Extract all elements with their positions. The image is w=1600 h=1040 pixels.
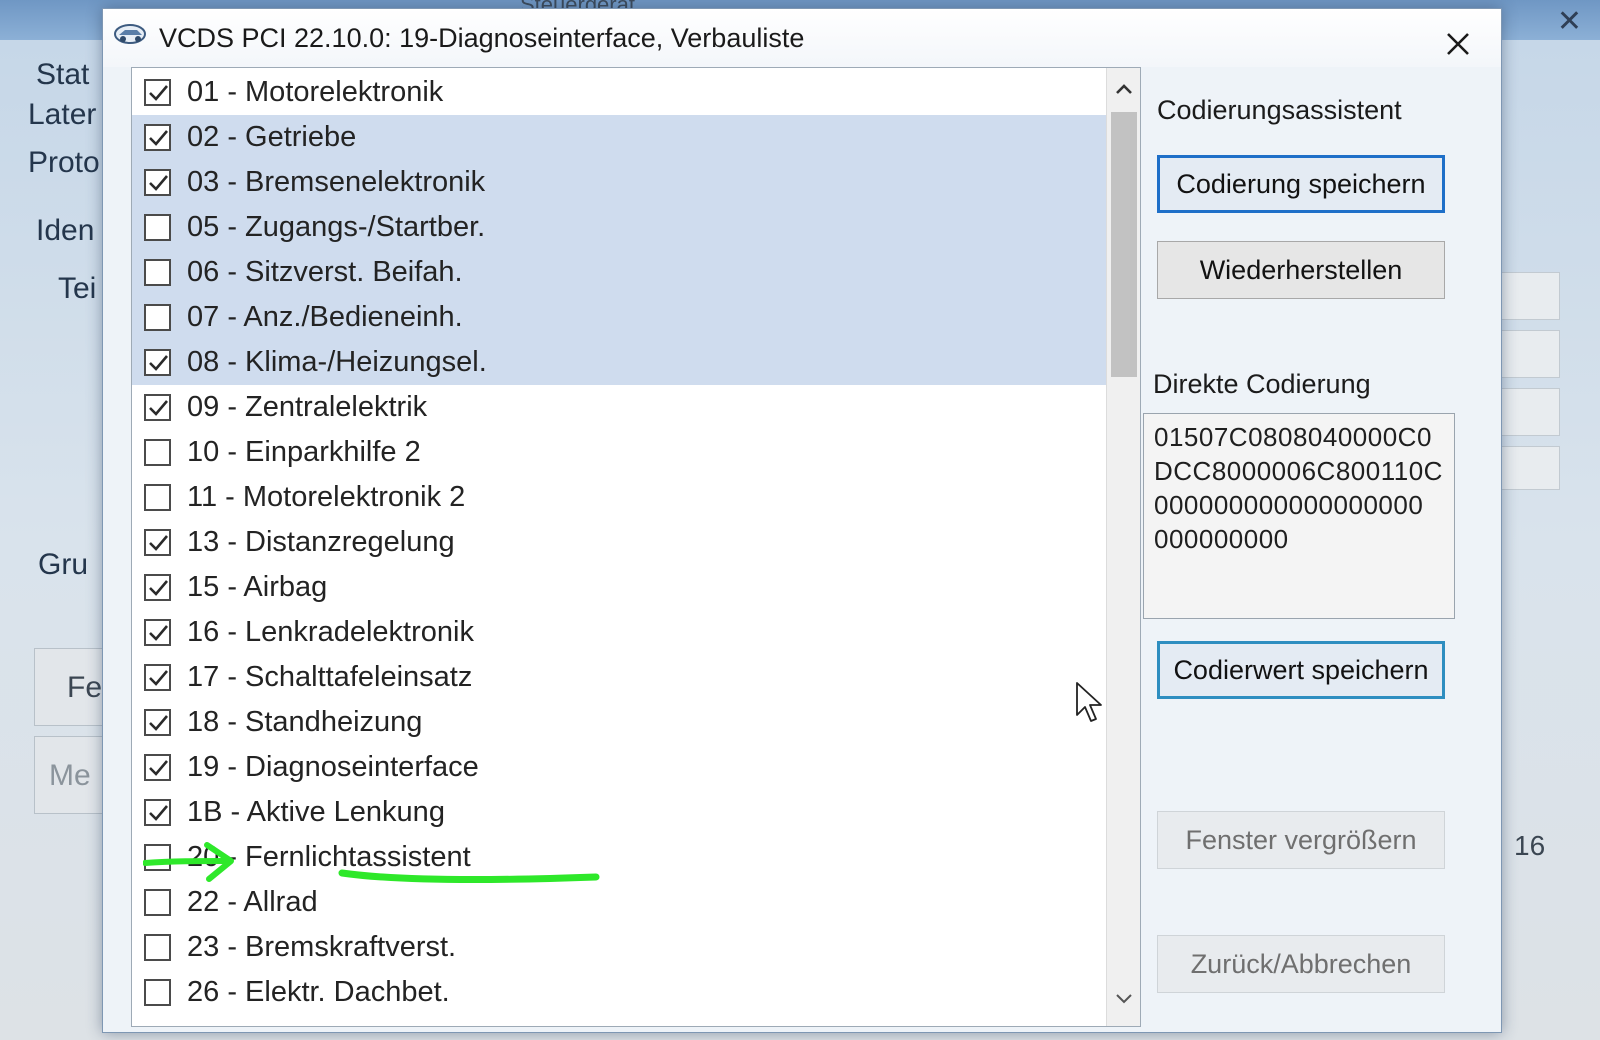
background-label-group: Gru bbox=[38, 548, 89, 581]
list-item-label: 02 - Getriebe bbox=[187, 121, 357, 153]
checkbox-checked[interactable] bbox=[144, 574, 171, 601]
coding-assistant-heading: Codierungsassistent bbox=[1157, 95, 1402, 125]
list-item[interactable]: 01 - Motorelektronik bbox=[132, 70, 1112, 115]
list-item-label: 06 - Sitzverst. Beifah. bbox=[187, 256, 463, 288]
list-item[interactable]: 18 - Standheizung bbox=[132, 700, 1112, 745]
module-list[interactable]: 26 - Elektr. Dachbet. 23 - Bremskraftvers… bbox=[131, 67, 1141, 1027]
checkbox-unchecked[interactable] bbox=[144, 889, 171, 916]
list-item-label: 08 - Klima-/Heizungsel. bbox=[187, 346, 487, 378]
dialog-title: VCDS PCI 22.10.0: 19-Diagnoseinterface, … bbox=[159, 23, 805, 53]
back-cancel-button[interactable]: Zurück/Abbrechen bbox=[1157, 935, 1445, 993]
checkbox-checked[interactable] bbox=[144, 754, 171, 781]
list-item-label: 18 - Standheizung bbox=[187, 706, 423, 738]
list-item-label: 1B - Aktive Lenkung bbox=[187, 796, 445, 828]
list-item[interactable]: 07 - Anz./Bedieneinh. bbox=[132, 295, 1112, 340]
list-item-label: 15 - Airbag bbox=[187, 571, 328, 603]
save-coding-value-button[interactable]: Codierwert speichern bbox=[1157, 641, 1445, 699]
list-item[interactable]: 15 - Airbag bbox=[132, 565, 1112, 610]
mouse-cursor-icon bbox=[1076, 682, 1102, 722]
list-item[interactable]: 16 - Lenkradelektronik bbox=[132, 610, 1112, 655]
list-item[interactable]: 05 - Zugangs-/Startber. bbox=[132, 205, 1112, 250]
background-field bbox=[1500, 330, 1560, 378]
background-label-identification: Iden bbox=[36, 214, 95, 247]
list-item-label: 10 - Einparkhilfe 2 bbox=[187, 436, 421, 468]
list-item-label: 13 - Distanzregelung bbox=[187, 526, 455, 558]
list-item[interactable]: 13 - Distanzregelung bbox=[132, 520, 1112, 565]
checkbox-checked[interactable] bbox=[144, 169, 171, 196]
list-item[interactable]: 11 - Motorelektronik 2 bbox=[132, 475, 1112, 520]
list-item-label: 19 - Diagnoseinterface bbox=[187, 751, 479, 783]
list-item[interactable]: 20 - Fernlichtassistent bbox=[132, 835, 1112, 880]
background-field bbox=[1500, 388, 1560, 436]
list-item[interactable]: 23 - Bremskraftverst. bbox=[132, 925, 1112, 970]
checkbox-checked[interactable] bbox=[144, 664, 171, 691]
checkbox-checked[interactable] bbox=[144, 79, 171, 106]
list-item-label: 09 - Zentralelektrik bbox=[187, 391, 428, 423]
list-scrollbar[interactable] bbox=[1106, 68, 1140, 1026]
background-label-part: Tei bbox=[58, 272, 97, 305]
checkbox-unchecked[interactable] bbox=[144, 979, 171, 1006]
checkbox-checked[interactable] bbox=[144, 529, 171, 556]
green-underline-annotation bbox=[338, 869, 600, 884]
dialog-titlebar: VCDS PCI 22.10.0: 19-Diagnoseinterface, … bbox=[103, 9, 1501, 67]
list-item[interactable]: 06 - Sitzverst. Beifah. bbox=[132, 250, 1112, 295]
list-item[interactable]: 26 - Elektr. Dachbet. bbox=[132, 970, 1112, 1015]
list-item-label: 07 - Anz./Bedieneinh. bbox=[187, 301, 463, 333]
checkbox-unchecked[interactable] bbox=[144, 934, 171, 961]
list-item[interactable]: 03 - Bremsenelektronik bbox=[132, 160, 1112, 205]
background-field bbox=[1500, 446, 1560, 490]
list-item-label: 17 - Schalttafeleinsatz bbox=[187, 661, 473, 693]
list-item-label: 26 - Elektr. Dachbet. bbox=[187, 976, 450, 1008]
checkbox-unchecked[interactable] bbox=[144, 304, 171, 331]
save-coding-button[interactable]: Codierung speichern bbox=[1157, 155, 1445, 213]
direct-coding-heading: Direkte Codierung bbox=[1153, 369, 1371, 399]
list-item-label: 22 - Allrad bbox=[187, 886, 318, 918]
scroll-up-arrow-icon[interactable] bbox=[1107, 72, 1140, 106]
background-label-protocol: Proto bbox=[28, 146, 100, 179]
list-item[interactable]: 02 - Getriebe bbox=[132, 115, 1112, 160]
restore-button[interactable]: Wiederherstellen bbox=[1157, 241, 1445, 299]
close-icon[interactable] bbox=[1443, 29, 1473, 59]
checkbox-unchecked[interactable] bbox=[144, 214, 171, 241]
list-item[interactable]: 22 - Allrad bbox=[132, 880, 1112, 925]
checkbox-unchecked[interactable] bbox=[144, 439, 171, 466]
list-item-label: 16 - Lenkradelektronik bbox=[187, 616, 474, 648]
background-value: 16 bbox=[1514, 830, 1546, 861]
green-arrow-annotation bbox=[143, 842, 234, 882]
checkbox-checked[interactable] bbox=[144, 619, 171, 646]
list-item-label: 11 - Motorelektronik 2 bbox=[187, 481, 466, 513]
list-item[interactable]: 17 - Schalttafeleinsatz bbox=[132, 655, 1112, 700]
checkbox-checked[interactable] bbox=[144, 799, 171, 826]
background-field bbox=[1500, 272, 1560, 320]
list-item[interactable]: 10 - Einparkhilfe 2 bbox=[132, 430, 1112, 475]
checkbox-checked[interactable] bbox=[144, 394, 171, 421]
checkbox-checked[interactable] bbox=[144, 124, 171, 151]
background-close-icon[interactable]: ✕ bbox=[1557, 4, 1582, 39]
checkbox-unchecked[interactable] bbox=[144, 259, 171, 286]
list-item[interactable]: 08 - Klima-/Heizungsel. bbox=[132, 340, 1112, 385]
scroll-down-arrow-icon[interactable] bbox=[1107, 982, 1140, 1016]
checkbox-unchecked[interactable] bbox=[144, 484, 171, 511]
list-item-label: 01 - Motorelektronik bbox=[187, 76, 444, 108]
checkbox-checked[interactable] bbox=[144, 349, 171, 376]
background-label-later: Later bbox=[28, 98, 97, 131]
background-label-status: Stat bbox=[36, 58, 90, 91]
car-key-icon bbox=[114, 24, 146, 44]
enlarge-window-button[interactable]: Fenster vergrößern bbox=[1157, 811, 1445, 869]
installation-list-dialog: VCDS PCI 22.10.0: 19-Diagnoseinterface, … bbox=[102, 8, 1502, 1033]
list-item[interactable]: 19 - Diagnoseinterface bbox=[132, 745, 1112, 790]
direct-coding-field[interactable]: 01507C0808040000C0 DCC8000006C800110C 00… bbox=[1143, 413, 1455, 619]
list-item[interactable]: 1B - Aktive Lenkung bbox=[132, 790, 1112, 835]
list-item-label: 23 - Bremskraftverst. bbox=[187, 931, 457, 963]
scroll-thumb[interactable] bbox=[1111, 112, 1137, 377]
list-item[interactable]: 09 - Zentralelektrik bbox=[132, 385, 1112, 430]
list-item-label: 05 - Zugangs-/Startber. bbox=[187, 211, 486, 243]
checkbox-checked[interactable] bbox=[144, 709, 171, 736]
list-item-label: 03 - Bremsenelektronik bbox=[187, 166, 486, 198]
